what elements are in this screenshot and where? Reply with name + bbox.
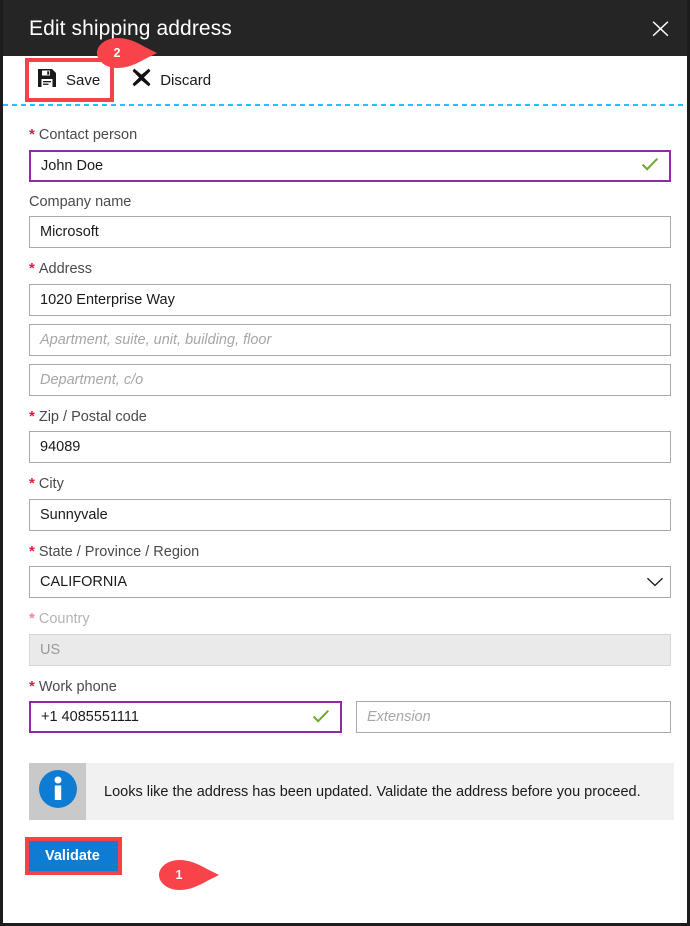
address-line2-placeholder: Apartment, suite, unit, building, floor <box>40 331 272 348</box>
dialog-titlebar: Edit shipping address <box>3 0 687 56</box>
zip-label: * Zip / Postal code <box>29 407 147 425</box>
extension-cell: Extension <box>356 701 671 733</box>
field-zip: * Zip / Postal code 94089 <box>29 396 671 463</box>
discard-button-label: Discard <box>160 71 212 89</box>
shipping-address-form: * Contact person John Doe Company name Mi… <box>3 106 687 875</box>
address-value: 1020 Enterprise Way <box>40 291 175 308</box>
info-message-bar: Looks like the address has been updated.… <box>29 763 674 820</box>
field-state-province: * State / Province / Region CALIFORNIA <box>29 531 671 598</box>
field-address-line2: Apartment, suite, unit, building, floor <box>29 323 671 356</box>
country-input: US <box>29 633 671 666</box>
extension-placeholder: Extension <box>367 709 431 725</box>
required-asterisk: * <box>29 126 35 143</box>
country-value: US <box>40 641 61 658</box>
validate-button-highlight: Validate <box>25 837 122 875</box>
info-circle-icon <box>38 769 78 814</box>
work-phone-cell: +1 4085551111 <box>29 701 342 733</box>
country-label: * Country <box>29 610 90 627</box>
command-bar: Save Discard <box>3 56 687 104</box>
work-phone-value: +1 4085551111 <box>41 709 139 725</box>
address-line2-input[interactable]: Apartment, suite, unit, building, floor <box>29 323 671 356</box>
save-button-label: Save <box>66 71 101 89</box>
chevron-down-icon[interactable] <box>640 577 670 587</box>
edit-shipping-address-dialog: Edit shipping address Save Discard * Con… <box>0 0 690 926</box>
zip-value: 94089 <box>40 439 81 455</box>
field-contact-person: * Contact person John Doe <box>29 114 671 182</box>
info-message-text: Looks like the address has been updated.… <box>104 783 641 800</box>
contact-person-label: * Contact person <box>29 126 138 143</box>
save-floppy-icon <box>37 68 57 93</box>
contact-person-value: John Doe <box>41 157 104 174</box>
field-company-name: Company name Microsoft <box>29 182 671 248</box>
required-asterisk: * <box>29 475 35 492</box>
company-name-value: Microsoft <box>40 224 99 240</box>
city-input[interactable]: Sunnyvale <box>29 498 671 531</box>
address-line3-input[interactable]: Department, c/o <box>29 363 671 396</box>
extension-input[interactable]: Extension <box>356 701 671 733</box>
required-asterisk: * <box>29 407 35 425</box>
company-name-label: Company name <box>29 193 132 210</box>
validate-button[interactable]: Validate <box>29 841 118 871</box>
discard-button[interactable]: Discard <box>126 62 217 98</box>
address-input[interactable]: 1020 Enterprise Way <box>29 283 671 316</box>
zip-input[interactable]: 94089 <box>29 431 671 463</box>
valid-check-icon <box>637 158 663 173</box>
work-phone-row: +1 4085551111 Extension <box>29 701 671 733</box>
required-asterisk: * <box>29 610 35 627</box>
required-asterisk: * <box>29 542 35 560</box>
close-icon[interactable] <box>645 13 675 43</box>
x-discard-icon <box>132 68 151 92</box>
state-province-label: * State / Province / Region <box>29 542 200 560</box>
state-province-select[interactable]: CALIFORNIA <box>29 566 671 598</box>
work-phone-label: * Work phone <box>29 677 117 695</box>
field-address-line3: Department, c/o <box>29 363 671 396</box>
save-button[interactable]: Save <box>29 62 110 98</box>
state-province-value: CALIFORNIA <box>40 574 128 590</box>
company-name-input[interactable]: Microsoft <box>29 216 671 248</box>
city-label: * City <box>29 475 64 492</box>
page-title: Edit shipping address <box>29 16 232 40</box>
field-country: * Country US <box>29 598 671 666</box>
address-line3-placeholder: Department, c/o <box>40 371 144 388</box>
required-asterisk: * <box>29 260 35 277</box>
field-work-phone: * Work phone +1 4085551111 Extension <box>29 666 671 733</box>
info-icon-container <box>29 763 86 820</box>
field-address: * Address 1020 Enterprise Way <box>29 248 671 316</box>
contact-person-input[interactable]: John Doe <box>29 149 671 182</box>
required-asterisk: * <box>29 677 35 695</box>
field-city: * City Sunnyvale <box>29 463 671 531</box>
address-label: * Address <box>29 260 93 277</box>
city-value: Sunnyvale <box>40 506 108 523</box>
save-button-highlight: Save <box>24 58 115 102</box>
work-phone-input[interactable]: +1 4085551111 <box>29 701 342 733</box>
valid-check-icon <box>308 709 334 725</box>
